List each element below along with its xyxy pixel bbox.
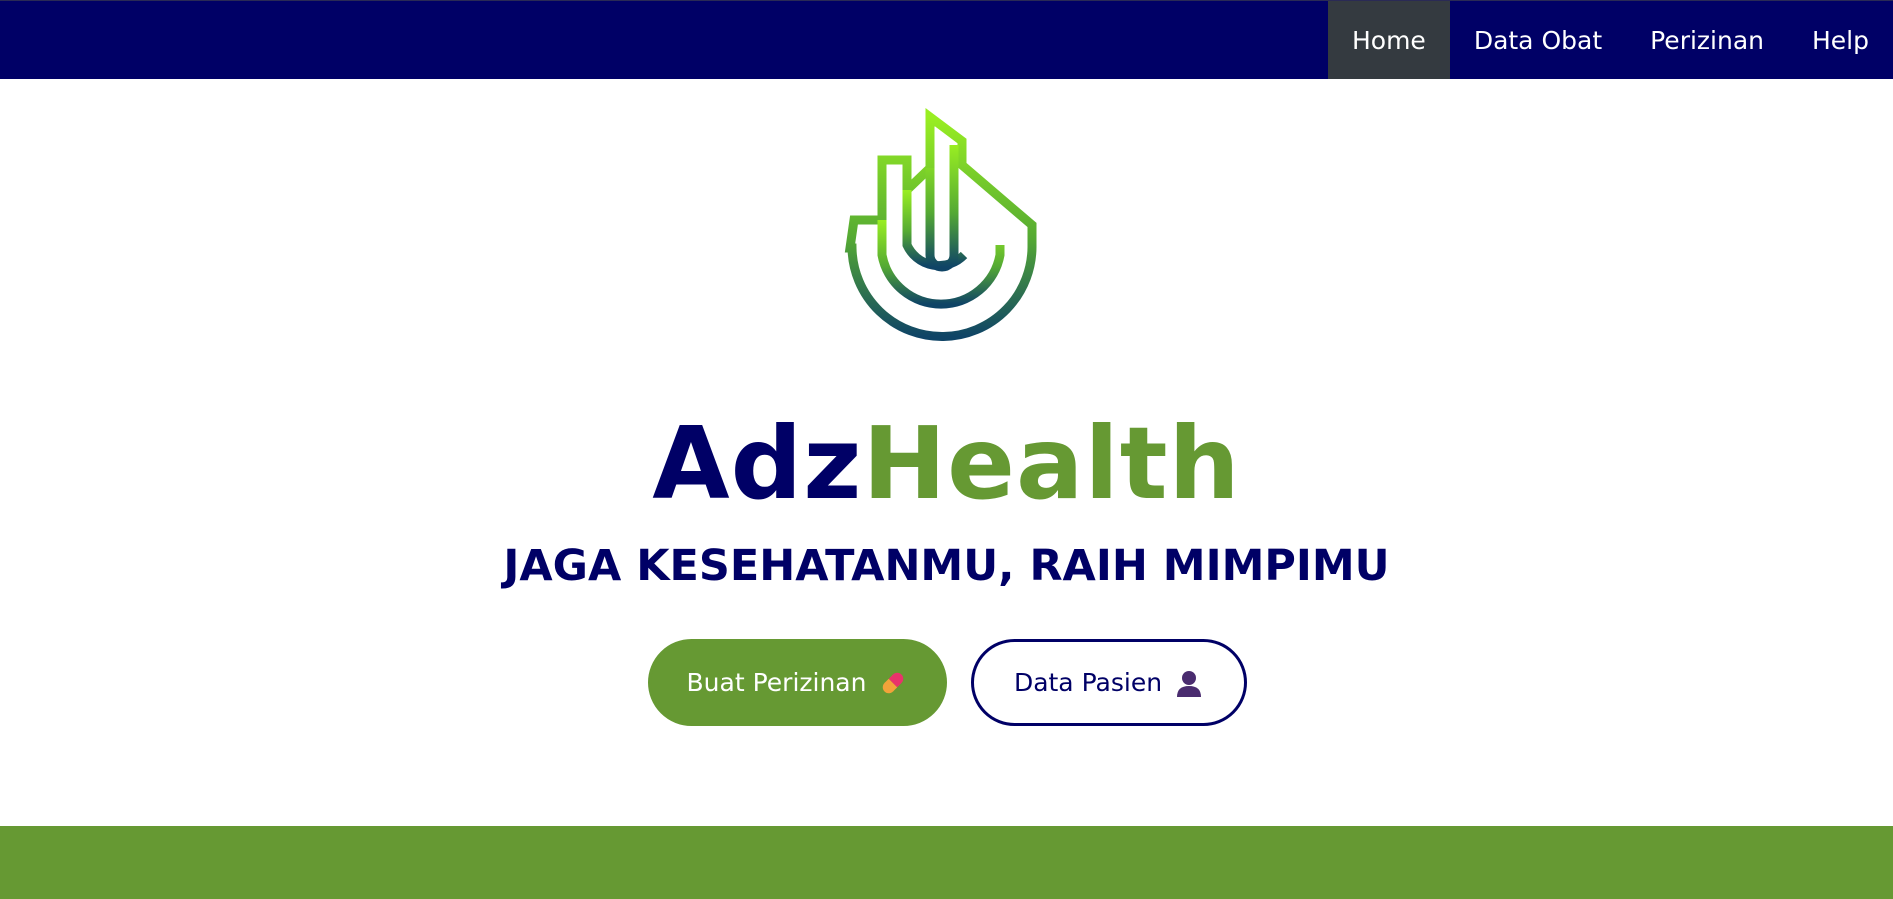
- data-pasien-button[interactable]: Data Pasien: [971, 639, 1247, 726]
- nav-item-home[interactable]: Home: [1327, 1, 1450, 80]
- hero-section: AdzHealth JAGA KESEHATANMU, RAIH MIMPIMU…: [0, 79, 1893, 826]
- adzhealth-logo: [844, 108, 1037, 341]
- footer-band: [0, 826, 1893, 899]
- nav-item-data-obat[interactable]: Data Obat: [1450, 1, 1626, 80]
- cta-buttons: Buat Perizinan Data Pasien: [648, 639, 1247, 726]
- buat-perizinan-label: Buat Perizinan: [686, 668, 867, 697]
- pill-icon: [878, 668, 908, 698]
- brand-title: AdzHealth: [0, 409, 1893, 519]
- data-pasien-label: Data Pasien: [1013, 668, 1163, 697]
- tagline: JAGA KESEHATANMU, RAIH MIMPIMU: [503, 541, 1390, 591]
- person-icon: [1174, 668, 1204, 698]
- brand-part-adz: Adz: [652, 405, 863, 522]
- nav-item-help[interactable]: Help: [1788, 1, 1893, 80]
- buat-perizinan-button[interactable]: Buat Perizinan: [648, 639, 947, 726]
- top-navbar: Home Data Obat Perizinan Help: [0, 0, 1893, 80]
- nav-menu: Home Data Obat Perizinan Help: [1327, 1, 1893, 80]
- brand-part-health: Health: [862, 405, 1241, 522]
- nav-item-perizinan[interactable]: Perizinan: [1626, 1, 1788, 80]
